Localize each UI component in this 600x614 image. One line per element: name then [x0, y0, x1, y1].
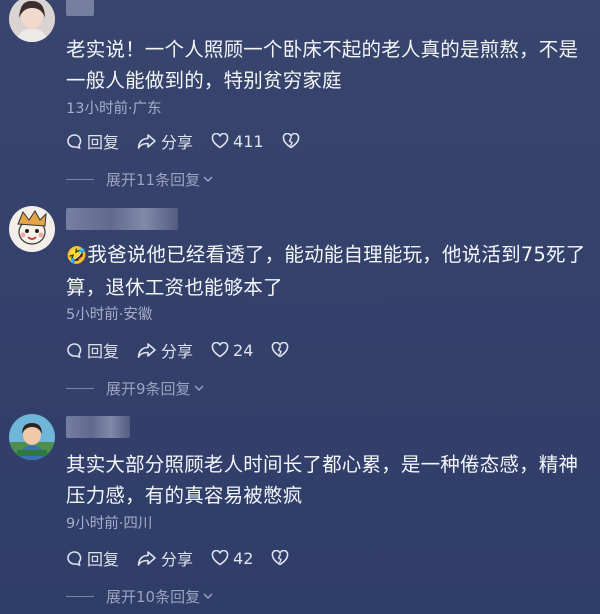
reply-button[interactable]: 回复: [66, 338, 119, 362]
share-button[interactable]: 分享: [137, 546, 193, 570]
like-count: 42: [233, 548, 254, 568]
comment-text: 其实大部分照顾老人时间长了都心累，是一种倦态感，精神压力感，有的真容易被憋疯: [66, 453, 579, 507]
comment-actions: 回复 分享 24: [66, 339, 311, 361]
broken-heart-icon: [272, 550, 289, 566]
broken-heart-icon: [282, 133, 299, 149]
username[interactable]: [66, 0, 94, 16]
like-button[interactable]: 42: [211, 549, 253, 568]
share-label: 分享: [161, 342, 194, 361]
avatar[interactable]: [9, 414, 55, 460]
expand-replies[interactable]: 展开10条回复: [66, 586, 213, 607]
expand-replies[interactable]: 展开11条回复: [66, 169, 213, 190]
comment-text-body: 我爸说他已经看透了，能动能自理能玩，他说活到75死了算，退休工资也能够本了: [66, 243, 586, 299]
comment-actions: 回复 分享 42: [66, 547, 311, 569]
share-icon: [137, 550, 156, 566]
laugh-emoji: 🤣: [66, 246, 88, 266]
comment-actions: 回复 分享 411: [66, 130, 322, 152]
share-label: 分享: [161, 550, 194, 569]
comment-meta: 9小时前·四川: [66, 516, 153, 532]
divider-dash: [66, 388, 94, 389]
like-count: 24: [233, 340, 254, 360]
avatar[interactable]: [9, 0, 55, 42]
share-icon: [137, 342, 156, 358]
reply-label: 回复: [87, 342, 120, 361]
share-button[interactable]: 分享: [137, 338, 193, 362]
like-button[interactable]: 411: [211, 132, 264, 151]
divider-dash: [66, 179, 94, 180]
comment-meta: 13小时前·广东: [66, 101, 162, 117]
like-count: 411: [233, 131, 264, 151]
comment-text: 🤣我爸说他已经看透了，能动能自理能玩，他说活到75死了算，退休工资也能够本了: [66, 239, 596, 303]
heart-icon: [211, 550, 229, 566]
reply-label: 回复: [87, 133, 120, 152]
comment-text: 老实说！一个人照顾一个卧床不起的老人真的是煎熬，不是一般人能做到的，特别贫穷家庭: [66, 38, 579, 92]
expand-label: 展开10条回复: [106, 588, 201, 606]
dislike-button[interactable]: [282, 133, 304, 149]
like-button[interactable]: 24: [211, 341, 253, 360]
share-icon: [137, 133, 156, 149]
expand-label: 展开9条回复: [106, 380, 191, 398]
expand-label: 展开11条回复: [106, 171, 201, 189]
comment-meta: 5小时前·安徽: [66, 307, 153, 323]
username[interactable]: [66, 208, 178, 230]
reply-icon: [67, 133, 82, 149]
reply-label: 回复: [87, 550, 120, 569]
broken-heart-icon: [272, 342, 289, 358]
chevron-down-icon: [203, 176, 213, 183]
avatar[interactable]: [9, 206, 55, 252]
reply-button[interactable]: 回复: [66, 546, 119, 570]
heart-icon: [211, 342, 229, 358]
chevron-down-icon: [194, 385, 204, 392]
share-label: 分享: [161, 133, 194, 152]
share-button[interactable]: 分享: [137, 129, 193, 153]
dislike-button[interactable]: [271, 550, 293, 566]
reply-button[interactable]: 回复: [66, 129, 119, 153]
divider-dash: [66, 596, 94, 597]
heart-icon: [211, 133, 229, 149]
chevron-down-icon: [203, 593, 213, 600]
expand-replies[interactable]: 展开9条回复: [66, 378, 204, 399]
reply-icon: [67, 342, 82, 358]
dislike-button[interactable]: [271, 342, 293, 358]
username[interactable]: [66, 416, 130, 438]
reply-icon: [67, 550, 82, 566]
